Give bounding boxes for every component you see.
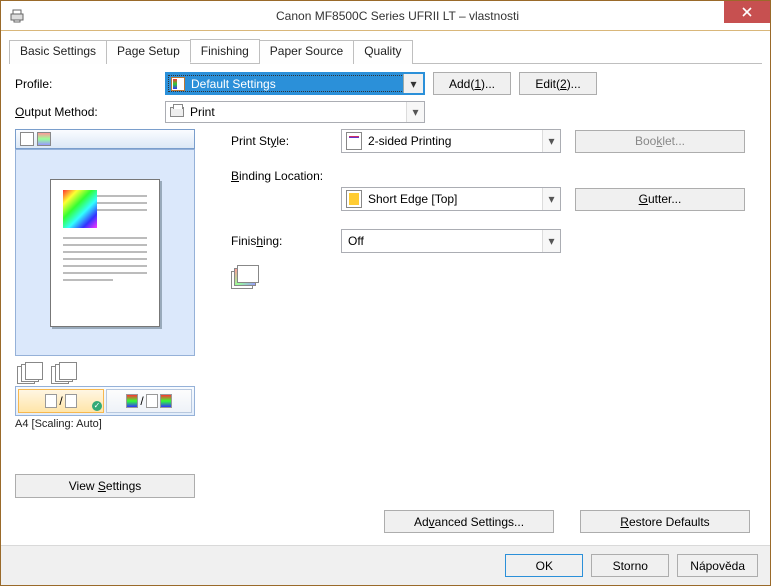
profile-item-icon xyxy=(171,77,185,91)
chevron-down-icon: ▾ xyxy=(406,102,424,122)
printer-icon xyxy=(170,107,184,117)
finishing-value: Off xyxy=(348,234,364,248)
tab-quality[interactable]: Quality xyxy=(353,40,412,64)
preview-column: / ✓ / A4 [Scaling: Auto] View Settings xyxy=(15,129,195,498)
preview-caption: A4 [Scaling: Auto] xyxy=(15,418,195,430)
tab-finishing[interactable]: Finishing xyxy=(190,39,260,63)
print-style-value: 2-sided Printing xyxy=(368,134,451,148)
edit-profile-button[interactable]: Edit(2)... xyxy=(519,72,597,95)
dialog-window: Canon MF8500C Series UFRII LT – vlastnos… xyxy=(0,0,771,586)
layout-segmented-control: / ✓ / xyxy=(15,386,195,416)
layout-option-2[interactable]: / xyxy=(106,389,192,413)
preview-color-swatch xyxy=(63,190,97,228)
profile-dropdown[interactable]: Default Settings ▾ xyxy=(165,72,425,95)
tab-pane-finishing: Profile: Default Settings ▾ Add(1)... Ed… xyxy=(9,64,762,504)
profile-value: Default Settings xyxy=(191,77,276,91)
cancel-button[interactable]: Storno xyxy=(591,554,669,577)
binding-location-value: Short Edge [Top] xyxy=(368,192,457,206)
pages-stack-icon xyxy=(17,362,43,384)
page-preview xyxy=(15,149,195,356)
bottom-button-row: Advanced Settings... Restore Defaults xyxy=(376,510,750,533)
document-icon xyxy=(346,132,362,150)
help-button[interactable]: Nápověda xyxy=(677,554,758,577)
view-settings-button[interactable]: View Settings xyxy=(15,474,195,498)
restore-defaults-button[interactable]: Restore Defaults xyxy=(580,510,750,533)
binding-location-dropdown[interactable]: Short Edge [Top] ▾ xyxy=(341,187,561,211)
advanced-settings-button[interactable]: Advanced Settings... xyxy=(384,510,554,533)
close-button[interactable] xyxy=(724,1,770,23)
print-style-label: Print Style: xyxy=(231,134,341,148)
collate-icon xyxy=(231,265,259,289)
preview-icon-strip xyxy=(17,362,195,384)
output-method-label: Output Method: xyxy=(15,105,165,119)
add-profile-button[interactable]: Add(1)... xyxy=(433,72,511,95)
tab-page-setup[interactable]: Page Setup xyxy=(106,40,191,64)
print-style-dropdown[interactable]: 2-sided Printing ▾ xyxy=(341,129,561,153)
chevron-down-icon: ▾ xyxy=(542,188,560,210)
color-page-icon xyxy=(37,132,51,146)
gutter-button[interactable]: Gutter... xyxy=(575,188,745,211)
pages-stack-icon xyxy=(51,362,77,384)
chevron-down-icon: ▾ xyxy=(542,130,560,152)
layout-option-1[interactable]: / ✓ xyxy=(18,389,104,413)
binding-location-label: Binding Location: xyxy=(231,169,341,183)
check-icon: ✓ xyxy=(92,401,102,411)
finishing-dropdown[interactable]: Off ▾ xyxy=(341,229,561,253)
dialog-footer: OK Storno Nápověda xyxy=(1,545,770,585)
window-title: Canon MF8500C Series UFRII LT – vlastnos… xyxy=(25,9,770,23)
ok-button[interactable]: OK xyxy=(505,554,583,577)
finishing-form: Print Style: 2-sided Printing ▾ Booklet.… xyxy=(195,129,756,498)
profile-label: Profile: xyxy=(15,77,165,91)
preview-mode-toggle[interactable] xyxy=(15,129,195,149)
finishing-label: Finishing: xyxy=(231,234,341,248)
page-icon xyxy=(20,132,34,146)
chevron-down-icon: ▾ xyxy=(403,74,423,93)
tab-basic-settings[interactable]: Basic Settings xyxy=(9,40,107,64)
chevron-down-icon: ▾ xyxy=(542,230,560,252)
tab-strip: Basic Settings Page Setup Finishing Pape… xyxy=(9,39,762,64)
booklet-button: Booklet... xyxy=(575,130,745,153)
printer-app-icon xyxy=(9,8,25,24)
tab-paper-source[interactable]: Paper Source xyxy=(259,40,354,64)
output-method-dropdown[interactable]: Print ▾ xyxy=(165,101,425,123)
titlebar: Canon MF8500C Series UFRII LT – vlastnos… xyxy=(1,1,770,31)
output-method-value: Print xyxy=(190,105,215,119)
preview-paper xyxy=(50,179,160,327)
document-icon xyxy=(346,190,362,208)
dialog-body: Basic Settings Page Setup Finishing Pape… xyxy=(1,31,770,512)
